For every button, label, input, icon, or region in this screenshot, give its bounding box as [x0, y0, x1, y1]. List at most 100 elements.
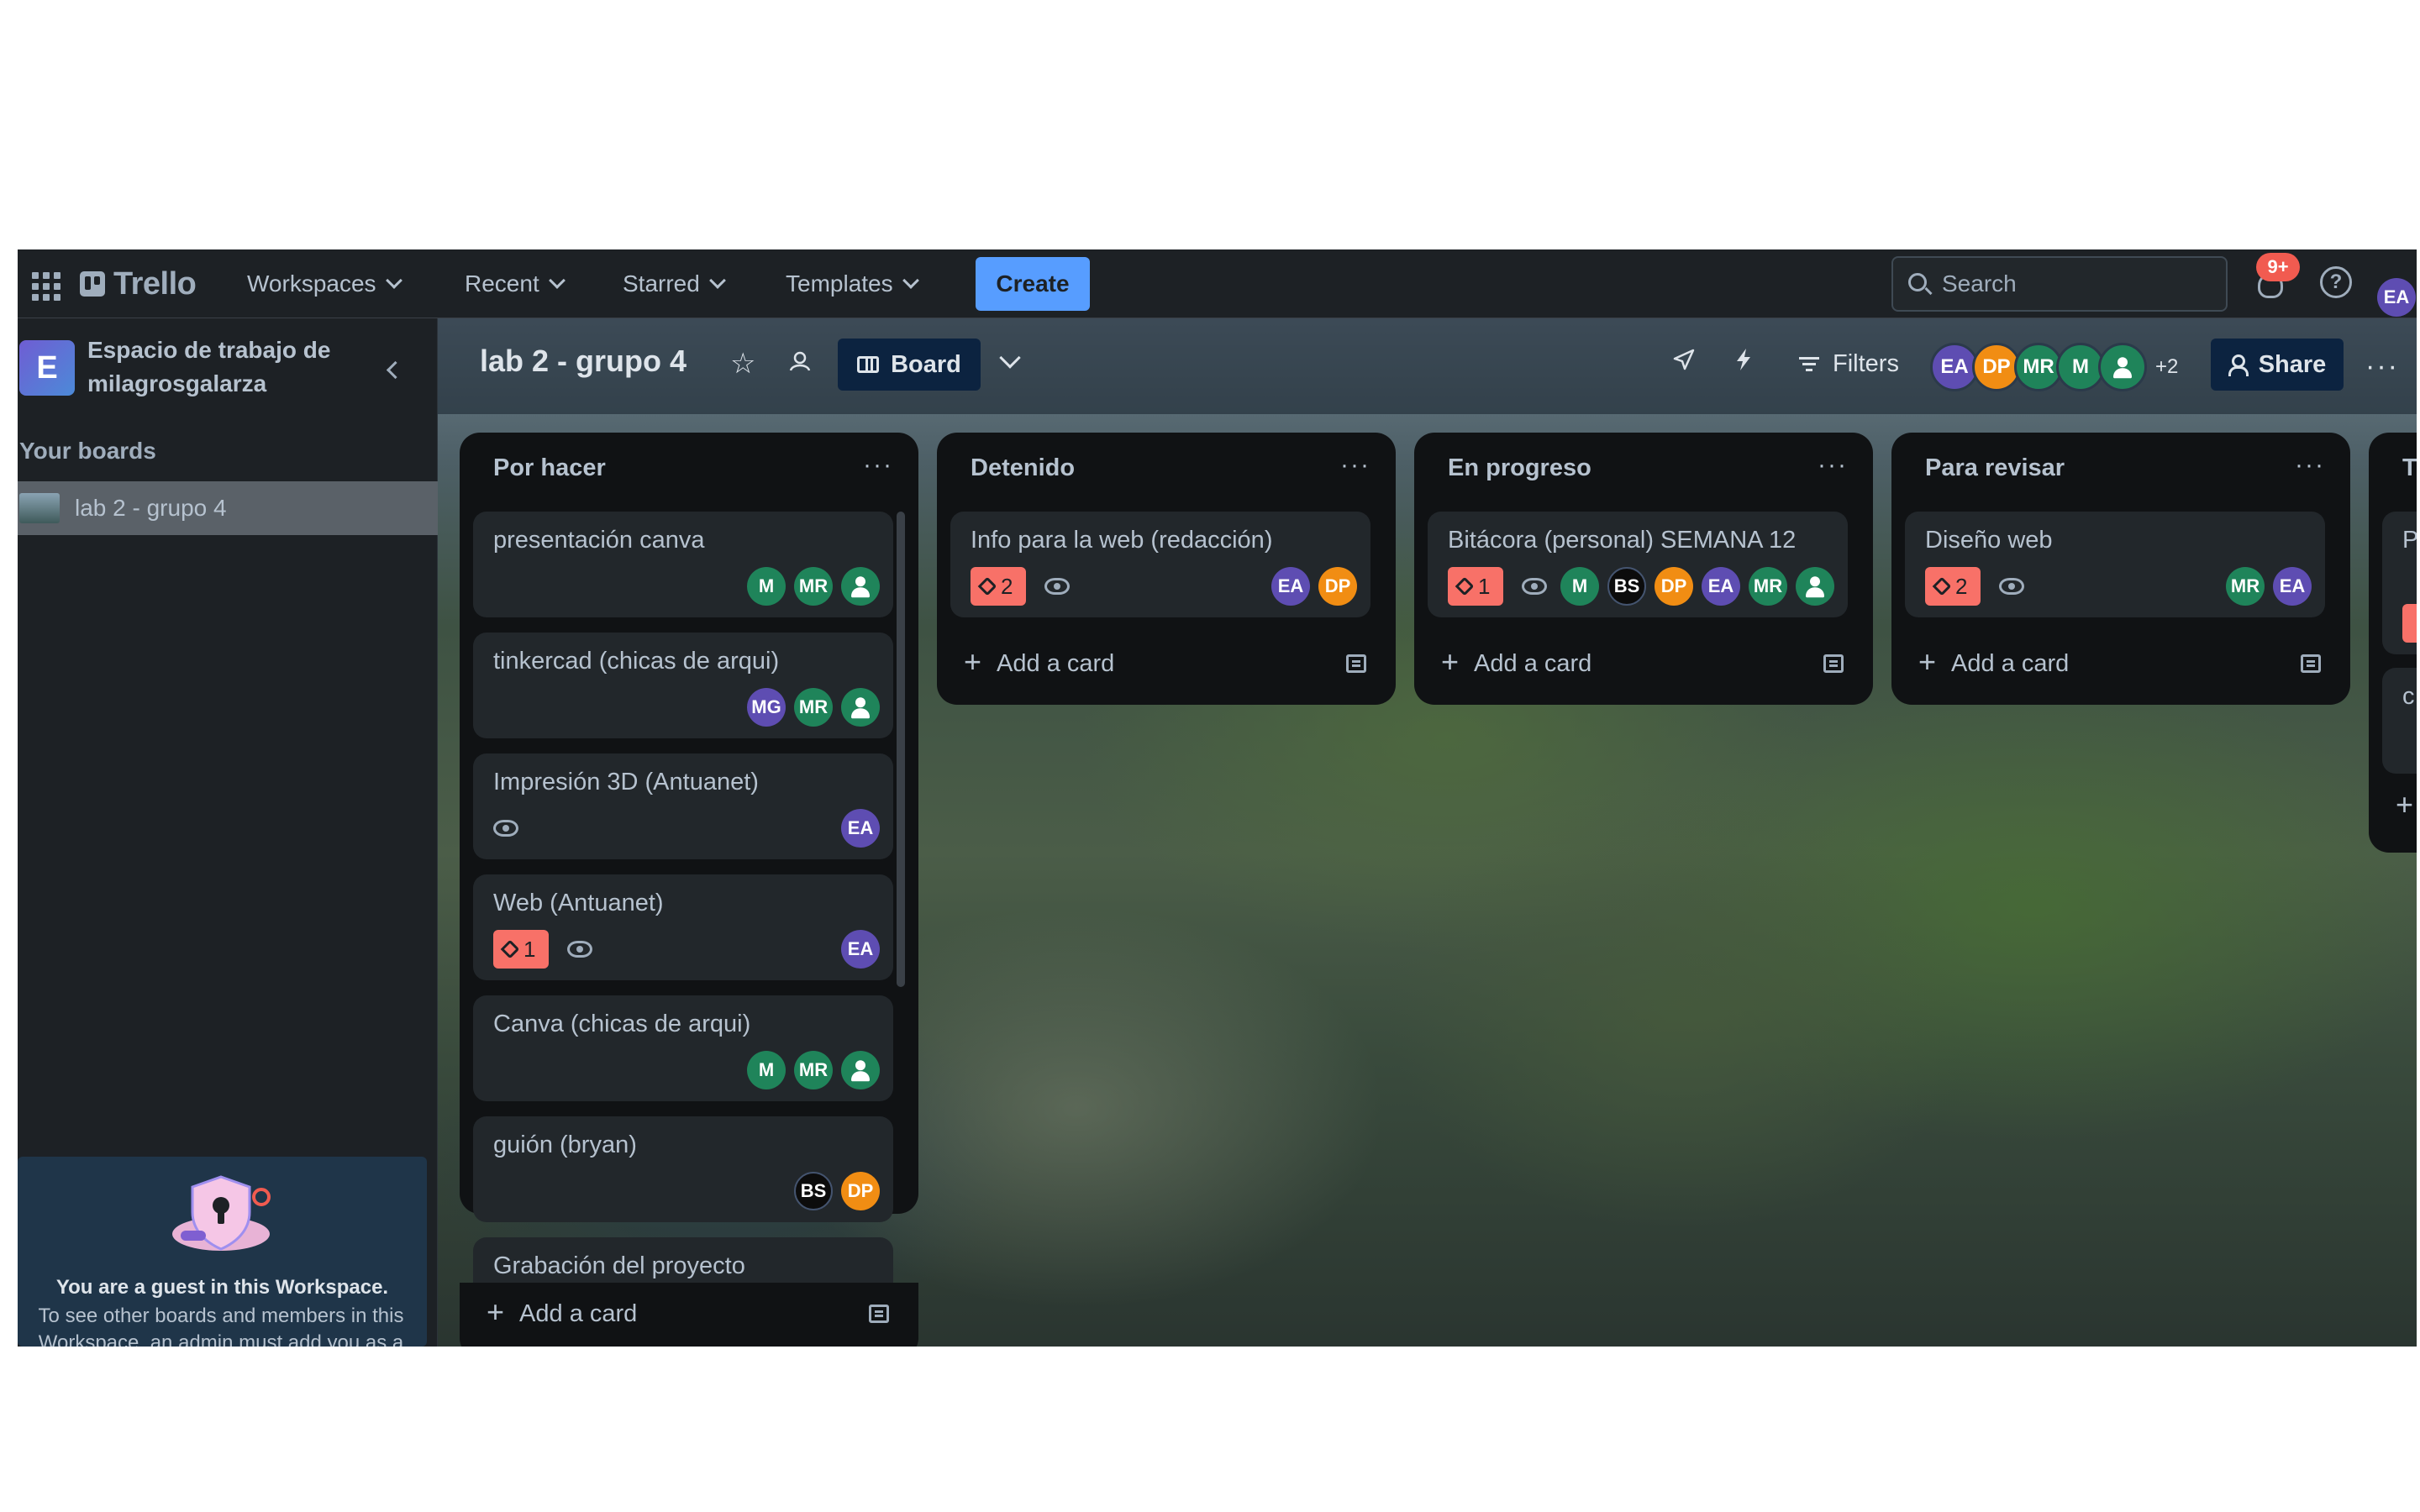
label-count: 1	[523, 936, 536, 962]
workspace-icon[interactable]: E	[19, 340, 75, 396]
grid-icon[interactable]	[28, 268, 60, 301]
member-avatar[interactable]	[841, 1051, 880, 1089]
card-template-icon[interactable]	[2301, 654, 2321, 673]
list-title[interactable]: Detenido	[971, 454, 1075, 482]
trello-logo[interactable]: Trello	[80, 265, 197, 303]
starred-menu[interactable]: Starred	[623, 265, 726, 303]
member-avatar[interactable]: MR	[794, 567, 833, 606]
member-avatar[interactable]	[1796, 567, 1834, 606]
list-menu-button[interactable]: ···	[1340, 451, 1370, 480]
user-avatar[interactable]: EA	[2377, 277, 2416, 317]
notifications-button[interactable]: 9+	[2253, 253, 2300, 303]
board-title[interactable]: lab 2 - grupo 4	[480, 344, 687, 379]
add-card-button[interactable]: + Add a card	[964, 643, 1114, 685]
member-avatar[interactable]: MR	[794, 1051, 833, 1089]
card-template-icon[interactable]	[1346, 654, 1366, 673]
card[interactable]: Impresión 3D (Antuanet) EA	[473, 753, 893, 859]
filters-button[interactable]: Filters	[1799, 340, 1899, 387]
card[interactable]: tinkercad (chicas de arqui) MG MR	[473, 633, 893, 738]
member-avatar[interactable]: MR	[2226, 567, 2265, 606]
automation-icon[interactable]	[1732, 347, 1755, 372]
create-button[interactable]: Create	[976, 257, 1090, 311]
card[interactable]: Web (Antuanet) 1 EA	[473, 874, 893, 980]
board-view-label: Board	[891, 350, 961, 378]
member-avatar[interactable]: EA	[1271, 567, 1310, 606]
label-badge: 2	[1925, 567, 1981, 606]
board-header: lab 2 - grupo 4 ☆ Board Filters EA DP MR…	[438, 318, 2417, 414]
member-avatar[interactable]: EA	[2273, 567, 2312, 606]
card-title: Impresión 3D (Antuanet)	[493, 769, 759, 795]
extra-members-count[interactable]: +2	[2155, 355, 2178, 379]
collapse-sidebar-button[interactable]	[379, 355, 408, 384]
card-title: Bitácora (personal) SEMANA 12	[1448, 527, 1797, 554]
add-card-button[interactable]: +	[2396, 785, 2413, 827]
member-avatar[interactable]: M	[747, 1051, 786, 1089]
list-menu-button[interactable]: ···	[1818, 451, 1848, 480]
list-title[interactable]: T	[2402, 454, 2417, 482]
guest-notice: You are a guest in this Workspace. To se…	[18, 1157, 427, 1347]
sidebar-board-label: lab 2 - grupo 4	[75, 495, 227, 521]
member-avatar[interactable]: MR	[794, 688, 833, 727]
card[interactable]: guión (bryan) BS DP	[473, 1116, 893, 1222]
list-title[interactable]: Por hacer	[493, 454, 606, 482]
card[interactable]: Diseño web 2 MR EA	[1905, 512, 2325, 617]
member-avatar[interactable]: DP	[1655, 567, 1693, 606]
trello-app: Trello Workspaces Recent Starred Templat…	[18, 249, 2417, 1347]
card[interactable]: Info para la web (redacción) 2 EA DP	[950, 512, 1370, 617]
list-menu-button[interactable]: ···	[2295, 451, 2325, 480]
member-avatar[interactable]: MG	[747, 688, 786, 727]
power-ups-icon[interactable]	[1671, 347, 1697, 372]
card-members: MR EA	[2226, 567, 2312, 606]
card[interactable]: Bitácora (personal) SEMANA 12 1 M BS DP …	[1428, 512, 1848, 617]
member-avatar[interactable]	[2098, 343, 2147, 391]
chevron-down-icon[interactable]	[999, 347, 1021, 369]
person-icon	[1806, 576, 1824, 598]
list-menu-button[interactable]: ···	[863, 451, 893, 480]
member-avatar[interactable]: DP	[841, 1172, 880, 1210]
member-avatar[interactable]: DP	[1318, 567, 1357, 606]
top-nav: Trello Workspaces Recent Starred Templat…	[18, 249, 2417, 318]
people-icon[interactable]	[787, 349, 813, 374]
card[interactable]: Canva (chicas de arqui) M MR	[473, 995, 893, 1101]
card[interactable]: Grabación del proyecto	[473, 1237, 893, 1283]
board-view-button[interactable]: Board	[838, 339, 981, 391]
add-card-button[interactable]: + Add a card	[1918, 643, 2069, 685]
list-scrollbar[interactable]	[897, 512, 905, 987]
add-card-label: Add a card	[519, 1299, 638, 1327]
label-count: 2	[1955, 573, 1968, 599]
member-avatar[interactable]	[841, 688, 880, 727]
plus-icon: +	[1441, 644, 1460, 679]
star-icon[interactable]: ☆	[730, 347, 755, 381]
member-avatar[interactable]: BS	[1607, 567, 1646, 606]
recent-menu[interactable]: Recent	[465, 265, 566, 303]
sidebar-item-board[interactable]: lab 2 - grupo 4	[18, 481, 438, 535]
templates-menu[interactable]: Templates	[786, 265, 919, 303]
board-members[interactable]: EA DP MR M +2	[1930, 342, 2178, 392]
help-button[interactable]: ?	[2320, 266, 2352, 298]
card-title: guión (bryan)	[493, 1131, 637, 1158]
card[interactable]: c	[2382, 668, 2417, 774]
workspaces-menu[interactable]: Workspaces	[247, 265, 402, 303]
card-title: Info para la web (redacción)	[971, 527, 1273, 554]
card[interactable]: presentación canva M MR	[473, 512, 893, 617]
member-avatar[interactable]: BS	[794, 1172, 833, 1210]
search-input[interactable]: Search	[1891, 256, 2228, 312]
member-avatar[interactable]: EA	[841, 930, 880, 969]
member-avatar[interactable]: M	[747, 567, 786, 606]
card[interactable]: P s	[2382, 512, 2417, 654]
list-title[interactable]: En progreso	[1448, 454, 1591, 482]
trello-logo-icon	[80, 271, 105, 297]
member-avatar[interactable]	[841, 567, 880, 606]
card-template-icon[interactable]	[869, 1305, 889, 1323]
member-avatar[interactable]: MR	[1749, 567, 1787, 606]
list-title[interactable]: Para revisar	[1925, 454, 2065, 482]
workspace-name[interactable]: Espacio de trabajo de milagrosgalarza	[87, 333, 365, 401]
add-card-button[interactable]: + Add a card	[487, 1293, 637, 1335]
member-avatar[interactable]: M	[1560, 567, 1599, 606]
add-card-button[interactable]: + Add a card	[1441, 643, 1591, 685]
member-avatar[interactable]: EA	[1702, 567, 1740, 606]
board-menu-button[interactable]: ···	[2365, 350, 2399, 383]
share-button[interactable]: Share	[2211, 339, 2344, 391]
card-template-icon[interactable]	[1823, 654, 1844, 673]
member-avatar[interactable]: EA	[841, 809, 880, 848]
